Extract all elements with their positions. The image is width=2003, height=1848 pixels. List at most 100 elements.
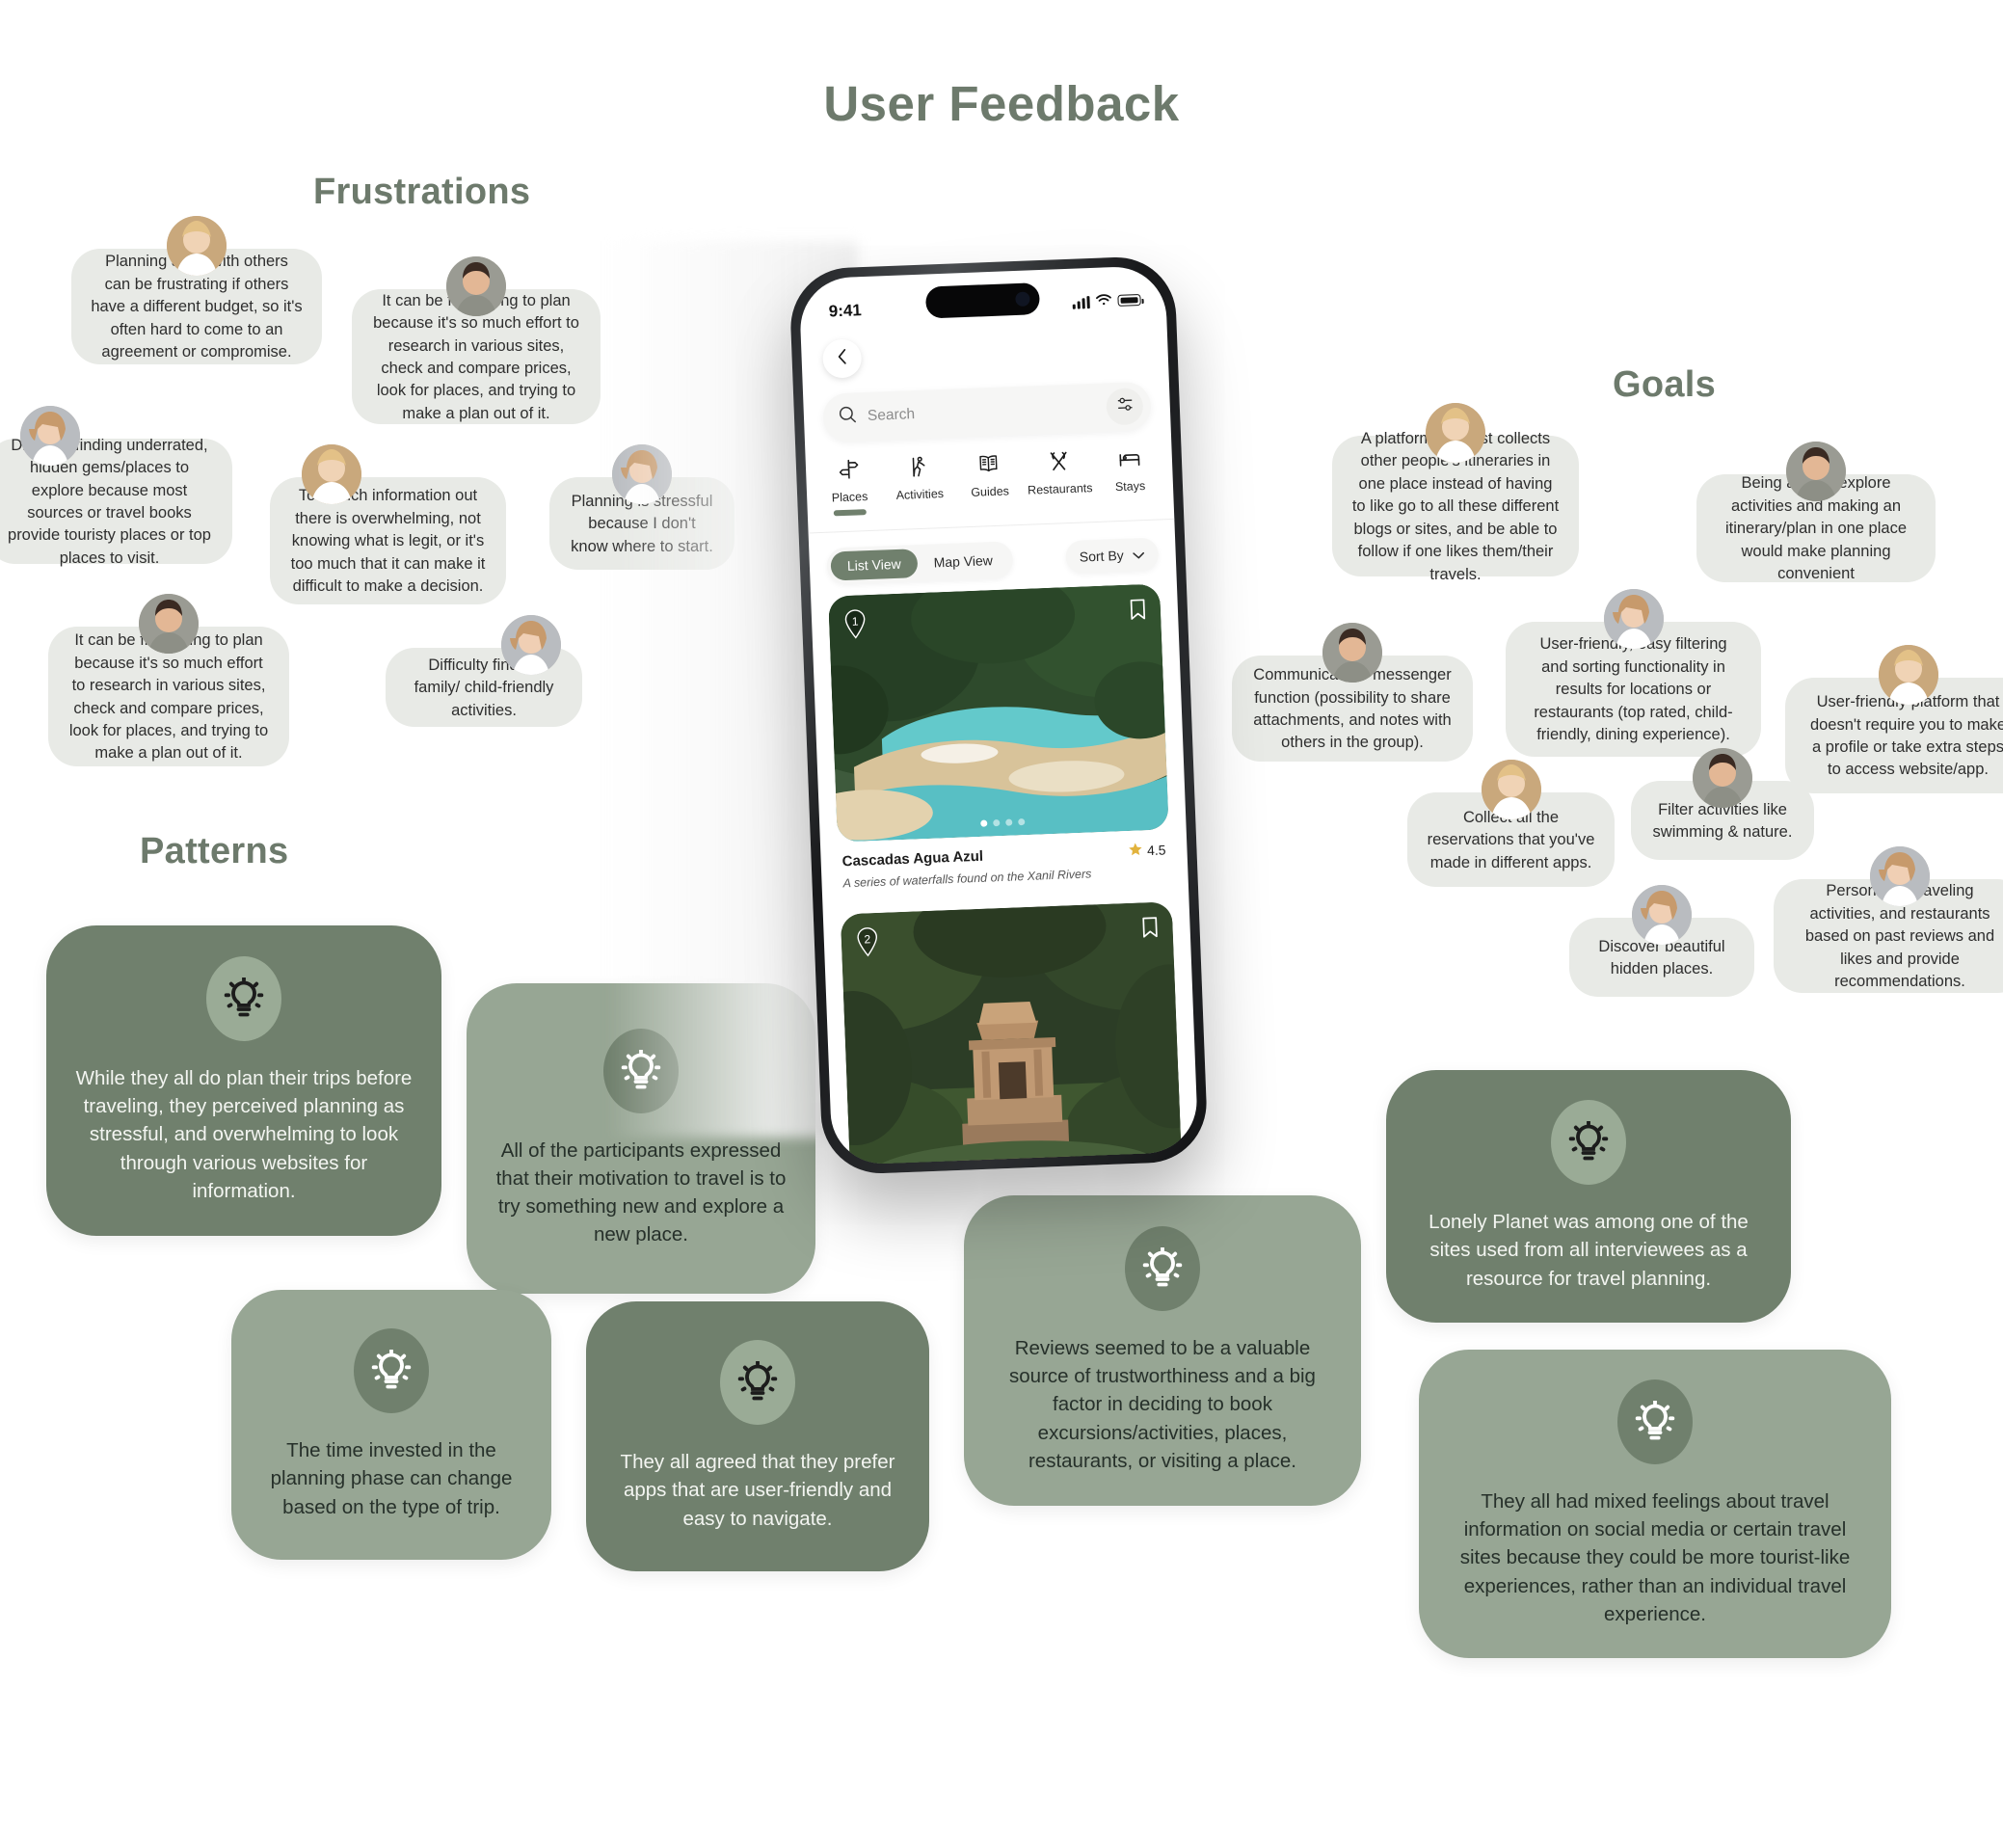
hiker-icon — [907, 452, 930, 482]
sliders-icon — [1115, 394, 1135, 418]
lightbulb-icon — [603, 1028, 679, 1113]
frustration-bubble: Too much information out there is overwh… — [270, 444, 506, 604]
goal-bubble: Collect all the reservations that you've… — [1407, 760, 1615, 887]
chevron-down-icon — [1132, 547, 1145, 562]
tab-stays[interactable]: Stays — [1094, 442, 1166, 506]
frustration-bubble: It can be frustrating to plan because it… — [352, 256, 601, 424]
wifi-icon — [1095, 291, 1112, 311]
map-pin-badge: 2 — [854, 926, 880, 958]
avatar — [1693, 748, 1752, 808]
avatar — [1632, 885, 1692, 945]
tab-restaurants[interactable]: Restaurants — [1024, 445, 1096, 509]
pattern-text: All of the participants expressed that t… — [495, 1138, 787, 1246]
tab-label: Activities — [895, 487, 945, 502]
avatar — [1426, 403, 1485, 463]
rating-value: 4.5 — [1146, 842, 1166, 859]
avatar — [446, 256, 506, 316]
pattern-card: While they all do plan their trips befor… — [46, 925, 441, 1236]
avatar — [139, 594, 199, 654]
goal-bubble: User-friendly platform that doesn't requ… — [1785, 645, 2003, 793]
avatar — [500, 615, 561, 675]
divider — [808, 518, 1175, 534]
frustration-bubble: Planning is stressful because I don't kn… — [549, 444, 734, 570]
lightbulb-icon — [720, 1340, 795, 1426]
tab-label: Places — [831, 490, 868, 505]
avatar — [167, 216, 227, 276]
pattern-text: The time invested in the planning phase … — [270, 1439, 513, 1518]
map-view-button[interactable]: Map View — [917, 545, 1009, 577]
bed-icon — [1117, 443, 1141, 473]
tab-guides[interactable]: Guides — [953, 448, 1026, 512]
listing-card[interactable]: 1 — [828, 583, 1169, 843]
bubble-text: User-friendly platform that doesn't requ… — [1809, 693, 2003, 779]
phone-mockup: 9:41 Search Places Activities Guides Res… — [788, 254, 1209, 1176]
bookmark-icon[interactable] — [1128, 598, 1147, 627]
star-icon — [1128, 842, 1143, 860]
pin-index: 1 — [851, 614, 859, 629]
tab-places[interactable]: Places — [814, 453, 886, 517]
lightbulb-icon — [1617, 1379, 1693, 1465]
listing-photo — [828, 583, 1169, 843]
avatar — [1786, 442, 1846, 501]
section-title-frustrations: Frustrations — [313, 172, 531, 212]
frustration-bubble: It can be frustrating to plan because it… — [48, 594, 289, 766]
user-feedback-board: User Feedback Frustrations Goals Pattern… — [0, 0, 2003, 1848]
lightbulb-icon — [206, 956, 281, 1042]
section-title-goals: Goals — [1613, 364, 1717, 405]
back-button[interactable] — [821, 338, 863, 379]
pattern-card: The time invested in the planning phase … — [231, 1290, 551, 1560]
battery-icon — [1117, 294, 1141, 307]
avatar — [1603, 589, 1664, 649]
pattern-card: All of the participants expressed that t… — [467, 983, 815, 1294]
listing-card[interactable]: 2 — [840, 901, 1183, 1165]
lightbulb-icon — [1125, 1226, 1200, 1312]
avatar — [1878, 645, 1938, 705]
avatar — [1481, 760, 1541, 819]
avatar — [301, 444, 361, 504]
frustration-bubble: Difficulty finding underrated, hidden ge… — [0, 406, 232, 567]
bubble-text: Too much information out there is overwh… — [290, 487, 486, 596]
listing-subtitle: A series of waterfalls found on the Xani… — [842, 867, 1092, 891]
view-toggle[interactable]: List View Map View — [826, 541, 1014, 585]
lightbulb-icon — [354, 1328, 429, 1414]
search-bar[interactable]: Search — [822, 381, 1152, 442]
pattern-text: Reviews seemed to be a valuable source o… — [1009, 1337, 1316, 1472]
page-title: User Feedback — [823, 76, 1180, 131]
goal-bubble: Being able to explore activities and mak… — [1696, 442, 1936, 582]
avatar — [20, 406, 81, 466]
pattern-card: Reviews seemed to be a valuable source o… — [964, 1195, 1361, 1506]
sort-by-dropdown[interactable]: Sort By — [1065, 537, 1160, 575]
pattern-card: They all had mixed feelings about travel… — [1419, 1350, 1891, 1658]
phone-frame: 9:41 Search Places Activities Guides Res… — [788, 254, 1209, 1176]
signal-bars-icon — [1072, 295, 1090, 309]
pattern-text: They all agreed that they prefer apps th… — [620, 1451, 895, 1530]
filter-button[interactable] — [1106, 388, 1144, 426]
pattern-text: While they all do plan their trips befor… — [75, 1067, 413, 1202]
avatar — [612, 444, 672, 504]
phone-screen: 9:41 Search Places Activities Guides Res… — [798, 265, 1199, 1165]
fork-knife-icon — [1048, 446, 1071, 476]
bookmark-icon[interactable] — [1140, 916, 1160, 945]
goal-bubble: User-friendly, easy filtering and sortin… — [1506, 589, 1761, 757]
pin-index: 2 — [864, 932, 871, 947]
pattern-text: They all had mixed feelings about travel… — [1459, 1490, 1851, 1625]
open-book-icon — [977, 449, 1001, 479]
status-time: 9:41 — [828, 301, 863, 321]
lightbulb-icon — [1551, 1100, 1626, 1186]
tab-active-indicator — [834, 509, 868, 517]
rating: 4.5 — [1128, 841, 1166, 860]
tab-label: Stays — [1114, 478, 1146, 495]
goal-bubble: Personalize traveling activities, and re… — [1774, 846, 2003, 993]
goal-bubble: Filter activities like swimming & nature… — [1631, 748, 1814, 860]
listing-photo — [840, 901, 1183, 1165]
tab-label: Restaurants — [1027, 481, 1093, 497]
search-input[interactable]: Search — [868, 406, 916, 425]
list-view-button[interactable]: List View — [830, 549, 919, 581]
tab-activities[interactable]: Activities — [883, 451, 955, 515]
signpost-icon — [837, 454, 860, 484]
pattern-card: Lonely Planet was among one of the sites… — [1386, 1070, 1791, 1323]
bubble-text: User-friendly, easy filtering and sortin… — [1534, 635, 1733, 744]
goal-bubble: Discover beautiful hidden places. — [1569, 885, 1754, 997]
tab-label: Guides — [971, 484, 1010, 499]
category-tabs: Places Activities Guides Restaurants Sta… — [806, 442, 1174, 518]
